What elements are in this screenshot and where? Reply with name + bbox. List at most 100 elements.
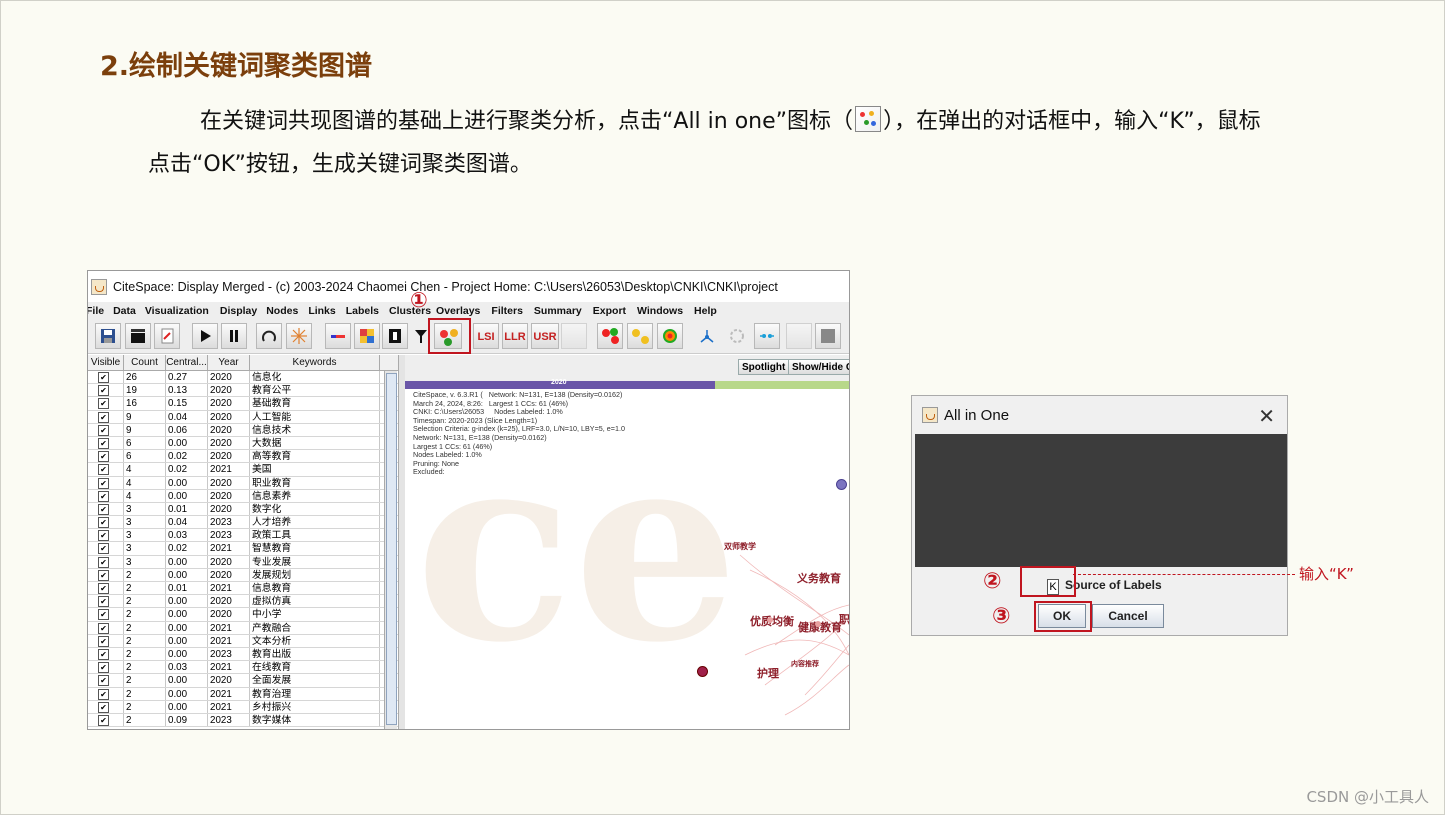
table-row[interactable]: ✔ 3 0.03 2023 政策工具 xyxy=(88,529,398,543)
table-row[interactable]: ✔ 4 0.00 2020 信息素养 xyxy=(88,489,398,503)
cancel-button[interactable]: Cancel xyxy=(1092,604,1164,628)
visible-checkbox-cell[interactable]: ✔ xyxy=(88,384,124,397)
visible-checkbox-cell[interactable]: ✔ xyxy=(88,489,124,502)
visible-checkbox-cell[interactable]: ✔ xyxy=(88,502,124,516)
menu-overlays[interactable]: Overlays xyxy=(436,305,480,317)
check-icon[interactable]: ✔ xyxy=(98,714,109,726)
menu-export[interactable]: Export xyxy=(593,305,626,317)
burst-icon[interactable] xyxy=(286,323,312,349)
check-icon[interactable]: ✔ xyxy=(98,583,109,594)
network-node[interactable] xyxy=(697,666,708,677)
check-icon[interactable]: ✔ xyxy=(98,622,109,634)
check-icon[interactable]: ✔ xyxy=(98,437,109,449)
timeline-icon[interactable] xyxy=(754,323,780,349)
header-centrality[interactable]: Central... xyxy=(166,355,208,370)
table-row[interactable]: ✔ 2 0.00 2020 虚拟仿真 xyxy=(88,595,398,609)
check-icon[interactable]: ✔ xyxy=(98,424,109,436)
color-bar-icon[interactable] xyxy=(325,323,351,349)
table-row[interactable]: ✔ 2 0.03 2021 在线教育 xyxy=(88,661,398,675)
check-icon[interactable]: ✔ xyxy=(98,688,109,700)
visualization-canvas[interactable]: Spotlight Show/Hide C 2020 ce CiteSpace,… xyxy=(405,355,849,729)
menu-nodes[interactable]: Nodes xyxy=(266,305,298,317)
header-visible[interactable]: Visible xyxy=(88,355,124,370)
table-row[interactable]: ✔ 2 0.00 2020 全面发展 xyxy=(88,674,398,688)
table-row[interactable]: ✔ 2 0.00 2020 中小学 xyxy=(88,608,398,622)
network-node[interactable] xyxy=(767,617,773,623)
network-node[interactable] xyxy=(836,479,847,490)
check-icon[interactable]: ✔ xyxy=(98,517,109,529)
yellow-chain-icon[interactable] xyxy=(627,323,653,349)
menu-summary[interactable]: Summary xyxy=(534,305,582,317)
check-icon[interactable]: ✔ xyxy=(98,385,109,397)
visible-checkbox-cell[interactable]: ✔ xyxy=(88,450,124,463)
check-icon[interactable]: ✔ xyxy=(98,609,109,621)
check-icon[interactable]: ✔ xyxy=(98,635,109,647)
save-icon[interactable] xyxy=(95,323,121,349)
check-icon[interactable]: ✔ xyxy=(98,662,109,674)
visible-checkbox-cell[interactable]: ✔ xyxy=(88,463,124,476)
table-row[interactable]: ✔ 16 0.15 2020 基础教育 xyxy=(88,397,398,411)
llr-button[interactable]: LLR xyxy=(502,323,528,349)
table-row[interactable]: ✔ 2 0.00 2021 文本分析 xyxy=(88,634,398,648)
table-row[interactable]: ✔ 3 0.01 2020 数字化 xyxy=(88,502,398,517)
visible-checkbox-cell[interactable]: ✔ xyxy=(88,621,124,634)
visible-checkbox-cell[interactable]: ✔ xyxy=(88,568,124,581)
table-row[interactable]: ✔ 2 0.00 2023 教育出版 xyxy=(88,647,398,662)
visible-checkbox-cell[interactable]: ✔ xyxy=(88,397,124,410)
visible-checkbox-cell[interactable]: ✔ xyxy=(88,555,124,568)
menu-file[interactable]: File xyxy=(88,305,104,317)
table-row[interactable]: ✔ 2 0.00 2021 乡村振兴 xyxy=(88,700,398,714)
visible-checkbox-cell[interactable]: ✔ xyxy=(88,423,124,436)
color-grid-icon[interactable] xyxy=(354,323,380,349)
check-icon[interactable]: ✔ xyxy=(98,556,109,568)
cluster-dots-icon[interactable] xyxy=(597,323,623,349)
check-icon[interactable]: ✔ xyxy=(98,675,109,687)
refresh-layout-icon[interactable] xyxy=(256,323,282,349)
table-row[interactable]: ✔ 2 0.00 2020 发展规划 xyxy=(88,568,398,582)
check-icon[interactable]: ✔ xyxy=(98,530,109,542)
menu-help[interactable]: Help xyxy=(694,305,717,317)
visible-checkbox-cell[interactable]: ✔ xyxy=(88,542,124,555)
menu-windows[interactable]: Windows xyxy=(637,305,683,317)
table-row[interactable]: ✔ 3 0.00 2020 专业发展 xyxy=(88,555,398,569)
pause-icon[interactable] xyxy=(221,323,247,349)
lsi-button[interactable]: LSI xyxy=(473,323,499,349)
check-icon[interactable]: ✔ xyxy=(98,701,109,713)
header-year[interactable]: Year xyxy=(208,355,250,370)
gray-tool-2-icon[interactable] xyxy=(815,323,841,349)
spinner-icon[interactable] xyxy=(724,323,750,349)
gray-tool-1-icon[interactable] xyxy=(786,323,812,349)
check-icon[interactable]: ✔ xyxy=(98,451,109,463)
table-row[interactable]: ✔ 9 0.06 2020 信息技术 xyxy=(88,423,398,437)
visible-checkbox-cell[interactable]: ✔ xyxy=(88,595,124,608)
visible-checkbox-cell[interactable]: ✔ xyxy=(88,516,124,529)
menu-links[interactable]: Links xyxy=(308,305,335,317)
check-icon[interactable]: ✔ xyxy=(98,398,109,410)
visible-checkbox-cell[interactable]: ✔ xyxy=(88,713,124,727)
check-icon[interactable]: ✔ xyxy=(98,596,109,608)
visible-checkbox-cell[interactable]: ✔ xyxy=(88,529,124,542)
menu-filters[interactable]: Filters xyxy=(491,305,523,317)
usr-button[interactable]: USR xyxy=(531,323,559,349)
check-icon[interactable]: ✔ xyxy=(98,503,109,515)
check-icon[interactable]: ✔ xyxy=(98,569,109,581)
ring-icon[interactable] xyxy=(657,323,683,349)
table-row[interactable]: ✔ 4 0.00 2020 职业教育 xyxy=(88,476,398,490)
check-icon[interactable]: ✔ xyxy=(98,490,109,502)
visible-checkbox-cell[interactable]: ✔ xyxy=(88,687,124,700)
visible-checkbox-cell[interactable]: ✔ xyxy=(88,371,124,384)
visible-checkbox-cell[interactable]: ✔ xyxy=(88,476,124,489)
menu-data[interactable]: Data xyxy=(113,305,136,317)
visible-checkbox-cell[interactable]: ✔ xyxy=(88,700,124,713)
check-icon[interactable]: ✔ xyxy=(98,477,109,489)
menu-display[interactable]: Display xyxy=(220,305,257,317)
header-count[interactable]: Count xyxy=(124,355,166,370)
network-icon[interactable] xyxy=(694,323,720,349)
check-icon[interactable]: ✔ xyxy=(98,372,109,383)
play-icon[interactable] xyxy=(192,323,218,349)
check-icon[interactable]: ✔ xyxy=(98,648,109,660)
table-row[interactable]: ✔ 6 0.00 2020 大数据 xyxy=(88,436,398,451)
table-row[interactable]: ✔ 3 0.04 2023 人才培养 xyxy=(88,516,398,530)
check-icon[interactable]: ✔ xyxy=(98,543,109,555)
menu-visualization[interactable]: Visualization xyxy=(145,305,209,317)
